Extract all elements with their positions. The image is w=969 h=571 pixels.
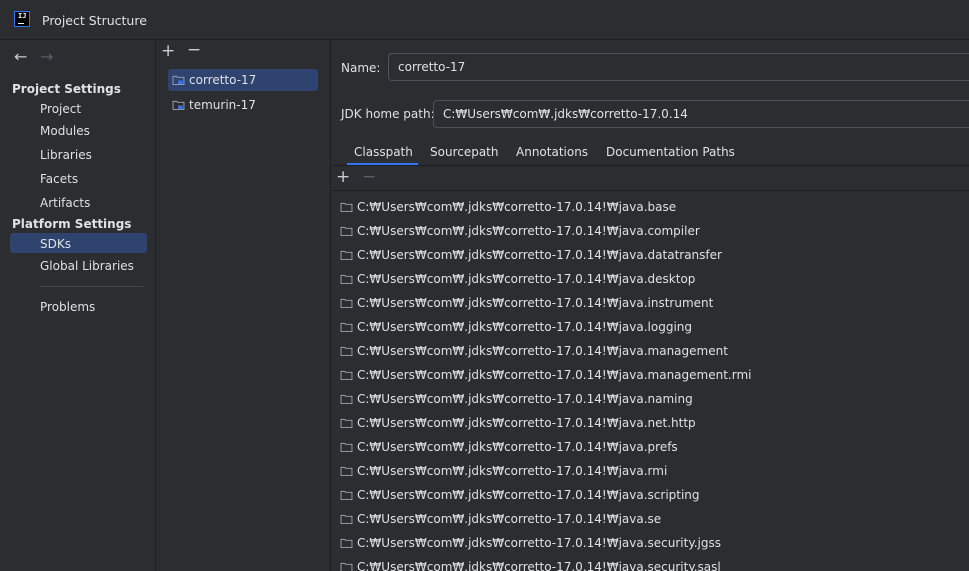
folder-icon [340, 442, 353, 452]
classpath-row[interactable]: C:₩Users₩com₩.jdks₩corretto-17.0.14!₩jav… [339, 508, 959, 532]
folder-icon [340, 298, 353, 308]
nav-item-facets[interactable]: Facets [40, 172, 78, 186]
folder-icon [340, 562, 353, 571]
classpath-row-text: C:₩Users₩com₩.jdks₩corretto-17.0.14!₩jav… [357, 272, 696, 286]
classpath-row[interactable]: C:₩Users₩com₩.jdks₩corretto-17.0.14!₩jav… [339, 532, 959, 556]
classpath-row[interactable]: C:₩Users₩com₩.jdks₩corretto-17.0.14!₩jav… [339, 388, 959, 412]
back-arrow-icon[interactable]: ← [14, 49, 27, 65]
classpath-row-text: C:₩Users₩com₩.jdks₩corretto-17.0.14!₩jav… [357, 320, 693, 334]
nav-divider [40, 286, 143, 287]
logo-bar [18, 23, 24, 24]
folder-icon [340, 346, 353, 356]
add-sdk-button[interactable]: + [161, 43, 175, 60]
classpath-row[interactable]: C:₩Users₩com₩.jdks₩corretto-17.0.14!₩jav… [339, 220, 959, 244]
folder-icon [340, 226, 353, 236]
classpath-row[interactable]: C:₩Users₩com₩.jdks₩corretto-17.0.14!₩jav… [339, 412, 959, 436]
window-title: Project Structure [42, 13, 147, 28]
classpath-row-text: C:₩Users₩com₩.jdks₩corretto-17.0.14!₩jav… [357, 464, 668, 478]
name-field[interactable]: corretto-17 [388, 53, 969, 81]
forward-arrow-icon[interactable]: → [40, 49, 53, 65]
classpath-row-text: C:₩Users₩com₩.jdks₩corretto-17.0.14!₩jav… [357, 440, 678, 454]
classpath-row[interactable]: C:₩Users₩com₩.jdks₩corretto-17.0.14!₩jav… [339, 268, 959, 292]
nav-item-problems[interactable]: Problems [40, 300, 95, 314]
add-path-button[interactable]: + [336, 169, 350, 186]
sdk-detail-pane: Name: corretto-17 JDK home path: C:₩User… [331, 40, 969, 571]
classpath-row-text: C:₩Users₩com₩.jdks₩corretto-17.0.14!₩jav… [357, 200, 677, 214]
classpath-row[interactable]: C:₩Users₩com₩.jdks₩corretto-17.0.14!₩jav… [339, 292, 959, 316]
classpath-row[interactable]: C:₩Users₩com₩.jdks₩corretto-17.0.14!₩jav… [339, 484, 959, 508]
nav-item-artifacts[interactable]: Artifacts [40, 196, 90, 210]
classpath-row-text: C:₩Users₩com₩.jdks₩corretto-17.0.14!₩jav… [357, 392, 693, 406]
classpath-row[interactable]: C:₩Users₩com₩.jdks₩corretto-17.0.14!₩jav… [339, 364, 959, 388]
jdk-home-label: JDK home path: [341, 107, 435, 121]
sdk-item-label: temurin-17 [189, 98, 256, 112]
classpath-row-text: C:₩Users₩com₩.jdks₩corretto-17.0.14!₩jav… [357, 536, 722, 550]
classpath-row-text: C:₩Users₩com₩.jdks₩corretto-17.0.14!₩jav… [357, 560, 721, 571]
folder-icon [340, 418, 353, 428]
tabs-divider [331, 165, 969, 166]
classpath-row[interactable]: C:₩Users₩com₩.jdks₩corretto-17.0.14!₩jav… [339, 196, 959, 220]
remove-path-button[interactable]: − [362, 169, 376, 186]
classpath-row-text: C:₩Users₩com₩.jdks₩corretto-17.0.14!₩jav… [357, 344, 728, 358]
classpath-row[interactable]: C:₩Users₩com₩.jdks₩corretto-17.0.14!₩jav… [339, 244, 959, 268]
nav-item-libraries[interactable]: Libraries [40, 148, 92, 162]
classpath-row-text: C:₩Users₩com₩.jdks₩corretto-17.0.14!₩jav… [357, 296, 714, 310]
sdk-folder-icon [172, 75, 185, 85]
sdk-item-corretto-17[interactable]: corretto-17 [168, 69, 318, 91]
name-value: corretto-17 [398, 60, 466, 74]
classpath-row-text: C:₩Users₩com₩.jdks₩corretto-17.0.14!₩jav… [357, 512, 662, 526]
classpath-row[interactable]: C:₩Users₩com₩.jdks₩corretto-17.0.14!₩jav… [339, 340, 959, 364]
tab-annotations[interactable]: Annotations [516, 145, 588, 159]
tab-classpath[interactable]: Classpath [354, 145, 413, 159]
folder-icon [340, 394, 353, 404]
nav-item-modules[interactable]: Modules [40, 124, 90, 138]
classpath-row-text: C:₩Users₩com₩.jdks₩corretto-17.0.14!₩jav… [357, 248, 722, 262]
project-settings-header: Project Settings [12, 82, 121, 96]
folder-icon [340, 370, 353, 380]
classpath-row[interactable]: C:₩Users₩com₩.jdks₩corretto-17.0.14!₩jav… [339, 556, 959, 571]
classpath-row-text: C:₩Users₩com₩.jdks₩corretto-17.0.14!₩jav… [357, 488, 700, 502]
classpath-row-text: C:₩Users₩com₩.jdks₩corretto-17.0.14!₩jav… [357, 368, 752, 382]
classpath-row-text: C:₩Users₩com₩.jdks₩corretto-17.0.14!₩jav… [357, 416, 696, 430]
intellij-logo-icon: IJ [14, 11, 30, 27]
classpath-row[interactable]: C:₩Users₩com₩.jdks₩corretto-17.0.14!₩jav… [339, 436, 959, 460]
remove-sdk-button[interactable]: − [187, 42, 201, 59]
classpath-row[interactable]: C:₩Users₩com₩.jdks₩corretto-17.0.14!₩jav… [339, 316, 959, 340]
nav-selection-highlight [10, 233, 147, 253]
folder-icon [340, 322, 353, 332]
nav-item-global-libraries[interactable]: Global Libraries [40, 259, 134, 273]
jdk-home-field[interactable]: C:₩Users₩com₩.jdks₩corretto-17.0.14 [433, 100, 969, 128]
settings-nav: ← → Project Settings Project Modules Lib… [0, 40, 156, 571]
folder-icon [340, 490, 353, 500]
folder-icon [340, 250, 353, 260]
logo-text: IJ [18, 12, 27, 20]
tab-sourcepath[interactable]: Sourcepath [430, 145, 499, 159]
sdk-item-label: corretto-17 [189, 73, 257, 87]
nav-item-sdks[interactable]: SDKs [40, 237, 71, 251]
sdk-item-temurin-17[interactable]: temurin-17 [168, 94, 318, 116]
folder-icon [340, 514, 353, 524]
tab-documentation-paths[interactable]: Documentation Paths [606, 145, 735, 159]
name-label: Name: [341, 61, 381, 75]
folder-icon [340, 274, 353, 284]
folder-icon [340, 466, 353, 476]
folder-icon [340, 202, 353, 212]
classpath-row-text: C:₩Users₩com₩.jdks₩corretto-17.0.14!₩jav… [357, 224, 700, 238]
title-bar: IJ Project Structure [0, 0, 969, 40]
classpath-list[interactable]: C:₩Users₩com₩.jdks₩corretto-17.0.14!₩jav… [331, 191, 969, 571]
folder-icon [340, 538, 353, 548]
sdk-list-pane: + − corretto-17 temurin-17 [156, 40, 331, 571]
classpath-row[interactable]: C:₩Users₩com₩.jdks₩corretto-17.0.14!₩jav… [339, 460, 959, 484]
nav-item-project[interactable]: Project [40, 102, 81, 116]
platform-settings-header: Platform Settings [12, 217, 132, 231]
jdk-home-value: C:₩Users₩com₩.jdks₩corretto-17.0.14 [443, 107, 688, 121]
sdk-folder-icon [172, 100, 185, 110]
